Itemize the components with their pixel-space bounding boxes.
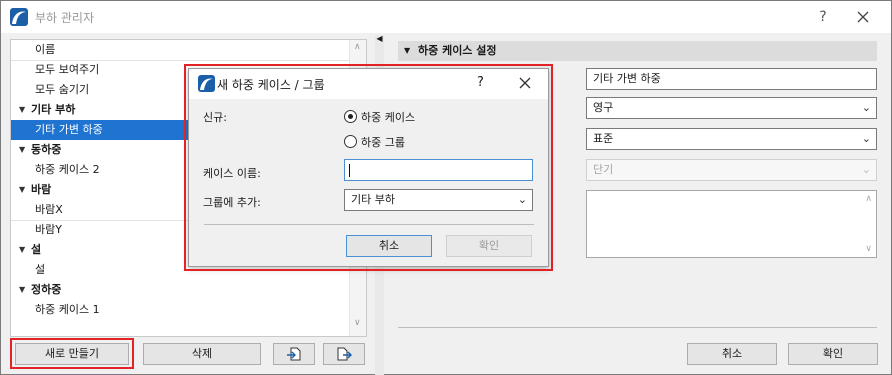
scroll-up-icon[interactable]: ∧ (865, 194, 872, 204)
import-button[interactable] (273, 343, 315, 365)
list-item-label: 하중 케이스 1 (35, 303, 100, 316)
tree-group[interactable]: ▼ 정하중 (11, 280, 349, 300)
tree-group-label: 정하중 (31, 283, 62, 296)
scroll-up-icon[interactable]: ∧ (354, 42, 361, 52)
cancel-button[interactable]: 취소 (687, 343, 777, 365)
title-bar: 부하 관리자 ? (1, 1, 891, 33)
close-icon (857, 11, 869, 23)
term-value: 단기 (593, 163, 614, 176)
export-button[interactable] (323, 343, 365, 365)
chevron-down-icon: ⌄ (861, 101, 871, 114)
scroll-down-icon[interactable]: ∨ (354, 318, 361, 328)
load-case-name-field[interactable]: 기타 가변 하중 (586, 68, 877, 90)
duration-value: 영구 (593, 101, 614, 114)
import-icon (287, 347, 301, 361)
expanded-triangle-icon[interactable]: ▼ (19, 280, 25, 300)
ok-button[interactable]: 확인 (788, 343, 878, 365)
section-title: 하중 케이스 설정 (418, 44, 497, 57)
load-manager-window: 부하 관리자 ? 이름 모두 보여주기 모두 숨기기 ▼ 기타 부하 기타 가변 … (0, 0, 892, 375)
section-header[interactable]: ▼ 하중 케이스 설정 (398, 41, 877, 61)
expanded-triangle-icon[interactable]: ▼ (19, 180, 25, 200)
highlight-box (184, 64, 553, 271)
list-item[interactable]: 이름 (11, 40, 349, 60)
list-item-label: 설 (35, 263, 46, 276)
description-textarea[interactable]: ∧ ∨ (586, 190, 877, 258)
chevron-down-icon: ⌄ (861, 163, 871, 176)
tree-group-label: 바람 (31, 183, 52, 196)
expanded-triangle-icon[interactable]: ▼ (404, 41, 410, 61)
class-value: 표준 (593, 132, 614, 145)
window-title: 부하 관리자 (35, 11, 95, 25)
close-button[interactable] (847, 5, 879, 29)
list-item[interactable]: 하중 케이스 1 (11, 300, 349, 320)
expanded-triangle-icon[interactable]: ▼ (19, 100, 25, 120)
divider (398, 327, 877, 328)
term-select: 단기 ⌄ (586, 159, 877, 181)
expanded-triangle-icon[interactable]: ▼ (19, 240, 25, 260)
duration-select[interactable]: 영구 ⌄ (586, 97, 877, 119)
list-item-label: 바람Y (35, 223, 62, 236)
chevron-down-icon: ⌄ (861, 132, 871, 145)
help-button[interactable]: ? (807, 5, 839, 29)
collapse-left-icon[interactable]: ◀ (375, 34, 384, 43)
tree-group-label: 동하중 (31, 143, 62, 156)
export-icon (337, 347, 352, 361)
class-select[interactable]: 표준 ⌄ (586, 128, 877, 150)
app-logo-icon (10, 8, 28, 26)
tree-group-label: 설 (31, 243, 42, 256)
expanded-triangle-icon[interactable]: ▼ (19, 140, 25, 160)
list-item-label: 이름 (35, 43, 56, 56)
highlight-box (10, 338, 134, 369)
tree-group-label: 기타 부하 (31, 103, 76, 116)
list-item-label: 모두 보여주기 (35, 63, 100, 76)
list-item-label: 하중 케이스 2 (35, 163, 100, 176)
scroll-down-icon[interactable]: ∨ (865, 244, 872, 254)
list-item-label: 바람X (35, 203, 63, 216)
list-item-label: 기타 가변 하중 (35, 123, 103, 136)
list-item-label: 모두 숨기기 (35, 83, 90, 96)
delete-button[interactable]: 삭제 (143, 343, 261, 365)
